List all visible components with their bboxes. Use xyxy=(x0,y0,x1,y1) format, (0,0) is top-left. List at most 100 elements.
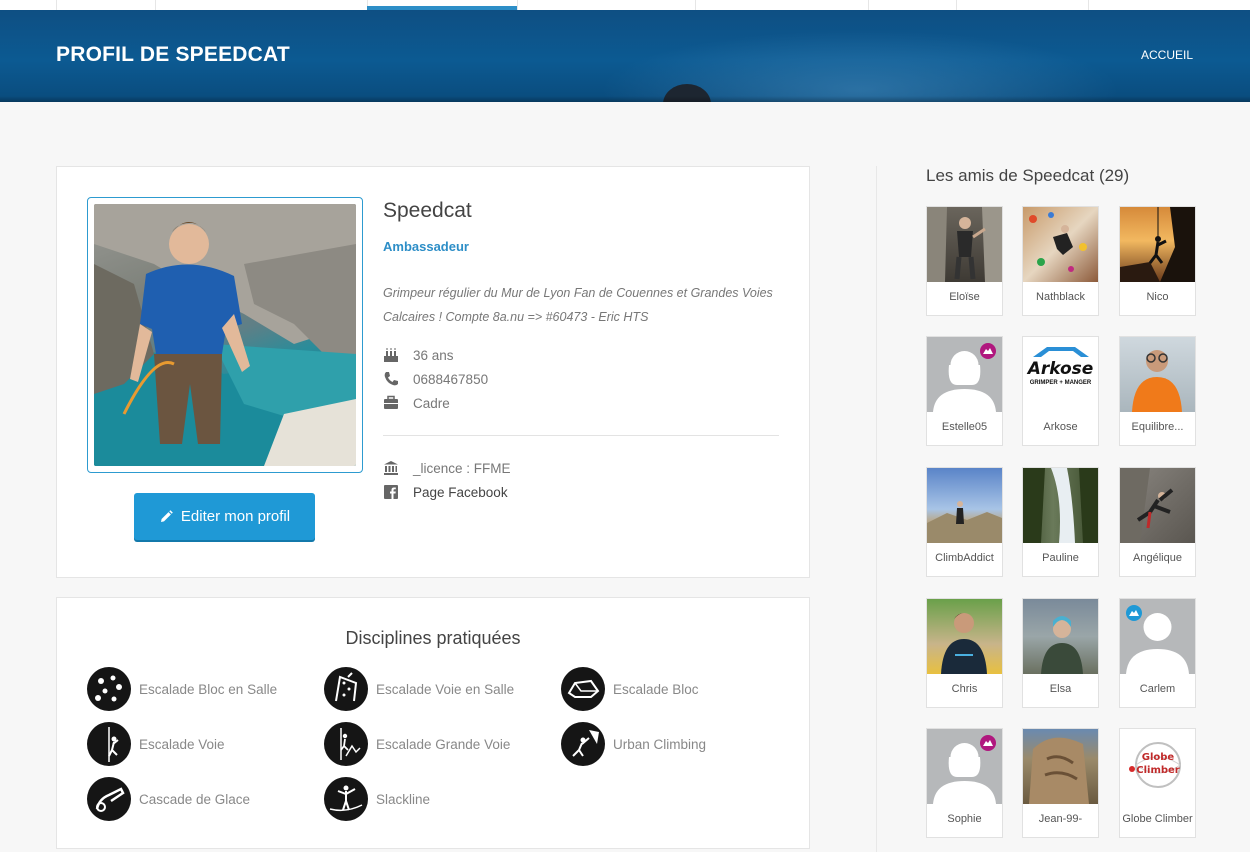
friend-name: Jean-99- xyxy=(1038,813,1083,825)
top-tab-strip xyxy=(0,0,1250,10)
profile-phone: 0688467850 xyxy=(413,371,489,387)
friend-avatar xyxy=(927,599,1002,674)
friend-avatar xyxy=(1120,337,1195,412)
profile-job-row: Cadre xyxy=(383,393,450,413)
profile-licence: _licence : FFME xyxy=(413,460,511,476)
edit-profile-button[interactable]: Editer mon profil xyxy=(134,493,315,540)
discipline-label: Escalade Voie xyxy=(139,736,225,752)
friend-name: Eloïse xyxy=(949,291,980,303)
discipline-label: Escalade Bloc xyxy=(613,681,699,697)
discipline-label: Escalade Bloc en Salle xyxy=(139,681,278,697)
friend-card[interactable]: Chris xyxy=(926,598,1003,708)
friend-name: Sophie xyxy=(947,813,982,825)
friend-name: ClimbAddict xyxy=(935,552,994,564)
friend-card[interactable]: Arkose GRIMPER + MANGER Arkose xyxy=(1022,336,1099,446)
edit-profile-label: Editer mon profil xyxy=(180,508,291,525)
facebook-link[interactable]: Page Facebook xyxy=(413,485,508,500)
friend-name: Elsa xyxy=(1049,683,1072,695)
institution-icon xyxy=(384,461,398,475)
male-badge-icon xyxy=(1126,605,1142,621)
friend-name: Carlem xyxy=(1139,683,1176,695)
female-badge-icon xyxy=(980,343,996,359)
disciplines-title: Disciplines pratiquées xyxy=(345,628,521,648)
profile-badge: Ambassadeur xyxy=(383,239,469,254)
briefcase-icon xyxy=(384,395,398,409)
friend-name: Nico xyxy=(1146,291,1169,303)
discipline-item: Urban Climbing xyxy=(561,722,706,766)
friend-name: Chris xyxy=(951,683,978,695)
discipline-item: Escalade Bloc en Salle xyxy=(87,667,277,711)
birthday-cake-icon xyxy=(384,348,398,362)
friend-card[interactable]: Equilibre... xyxy=(1119,336,1196,446)
column-divider xyxy=(876,166,877,852)
profile-photo-frame xyxy=(87,197,363,473)
friend-card[interactable]: Jean-99- xyxy=(1022,728,1099,838)
profile-age-row: 36 ans xyxy=(383,345,454,365)
friend-avatar xyxy=(927,207,1002,282)
top-tab[interactable] xyxy=(155,0,156,10)
friend-card[interactable]: Sophie xyxy=(926,728,1003,838)
slackline-icon xyxy=(324,777,368,821)
top-tab[interactable] xyxy=(56,0,57,10)
facebook-icon xyxy=(384,485,398,499)
friends-title: Les amis de Speedcat (29) xyxy=(926,166,1130,185)
friend-card[interactable]: Nathblack xyxy=(1022,206,1099,316)
friend-avatar xyxy=(927,468,1002,543)
profile-job: Cadre xyxy=(413,395,450,411)
discipline-item: Cascade de Glace xyxy=(87,777,250,821)
disciplines-card: Disciplines pratiquées Escalade Bloc en … xyxy=(56,597,810,849)
top-tab[interactable] xyxy=(695,0,696,10)
female-badge-icon xyxy=(980,735,996,751)
friend-card[interactable]: Carlem xyxy=(1119,598,1196,708)
discipline-item: Escalade Grande Voie xyxy=(324,722,510,766)
friend-name: Equilibre... xyxy=(1131,421,1184,433)
friend-card[interactable]: Angélique xyxy=(1119,467,1196,577)
friend-card[interactable]: ClimbAddict xyxy=(926,467,1003,577)
profile-licence-row: _licence : FFME xyxy=(383,458,511,478)
friend-card[interactable]: Eloïse xyxy=(926,206,1003,316)
bloc-icon xyxy=(561,667,605,711)
friend-avatar xyxy=(1120,468,1195,543)
pencil-icon xyxy=(160,509,173,522)
page-title: PROFIL DE SPEEDCAT xyxy=(56,43,290,66)
profile-facebook-row[interactable]: Page Facebook xyxy=(383,482,508,502)
friend-card[interactable]: Estelle05 xyxy=(926,336,1003,446)
top-tab[interactable] xyxy=(1088,0,1089,10)
voie-salle-icon xyxy=(324,667,368,711)
friend-card[interactable]: Pauline xyxy=(1022,467,1099,577)
default-male-avatar xyxy=(1120,599,1195,674)
profile-photo xyxy=(94,204,356,466)
phone-icon xyxy=(384,372,398,386)
voie-icon xyxy=(87,722,131,766)
profile-age: 36 ans xyxy=(413,347,454,363)
friend-avatar xyxy=(1120,207,1195,282)
globe-climber-logo-text: Globe Climber xyxy=(1136,752,1180,776)
discipline-item: Slackline xyxy=(324,777,430,821)
friend-card[interactable]: Globe Climber Globe Climber xyxy=(1119,728,1196,838)
friend-name: Angélique xyxy=(1133,552,1182,564)
top-tab[interactable] xyxy=(956,0,957,10)
profile-divider xyxy=(383,435,779,436)
friend-name: Globe Climber xyxy=(1122,813,1193,825)
friend-avatar xyxy=(1023,468,1098,543)
discipline-label: Cascade de Glace xyxy=(139,791,251,807)
friend-avatar-logo: Globe Climber xyxy=(1120,729,1195,804)
friend-avatar-logo: Arkose GRIMPER + MANGER xyxy=(1023,337,1098,412)
friend-name: Estelle05 xyxy=(941,421,988,433)
discipline-label: Escalade Voie en Salle xyxy=(376,681,515,697)
default-female-avatar xyxy=(927,337,1002,412)
discipline-item: Escalade Voie xyxy=(87,722,225,766)
discipline-item: Escalade Bloc xyxy=(561,667,699,711)
friend-card[interactable]: Elsa xyxy=(1022,598,1099,708)
discipline-label: Slackline xyxy=(376,791,431,807)
top-tab[interactable] xyxy=(868,0,869,10)
bloc-salle-icon xyxy=(87,667,131,711)
friend-avatar xyxy=(1023,207,1098,282)
profile-username: Speedcat xyxy=(383,199,472,222)
breadcrumb-home-link[interactable]: ACCUEIL xyxy=(1141,48,1193,62)
profile-bio: Grimpeur régulier du Mur de Lyon Fan de … xyxy=(383,286,773,324)
top-tab[interactable] xyxy=(517,0,518,10)
friend-card[interactable]: Nico xyxy=(1119,206,1196,316)
arkose-logo-text: Arkose xyxy=(1027,359,1094,379)
grande-voie-icon xyxy=(324,722,368,766)
